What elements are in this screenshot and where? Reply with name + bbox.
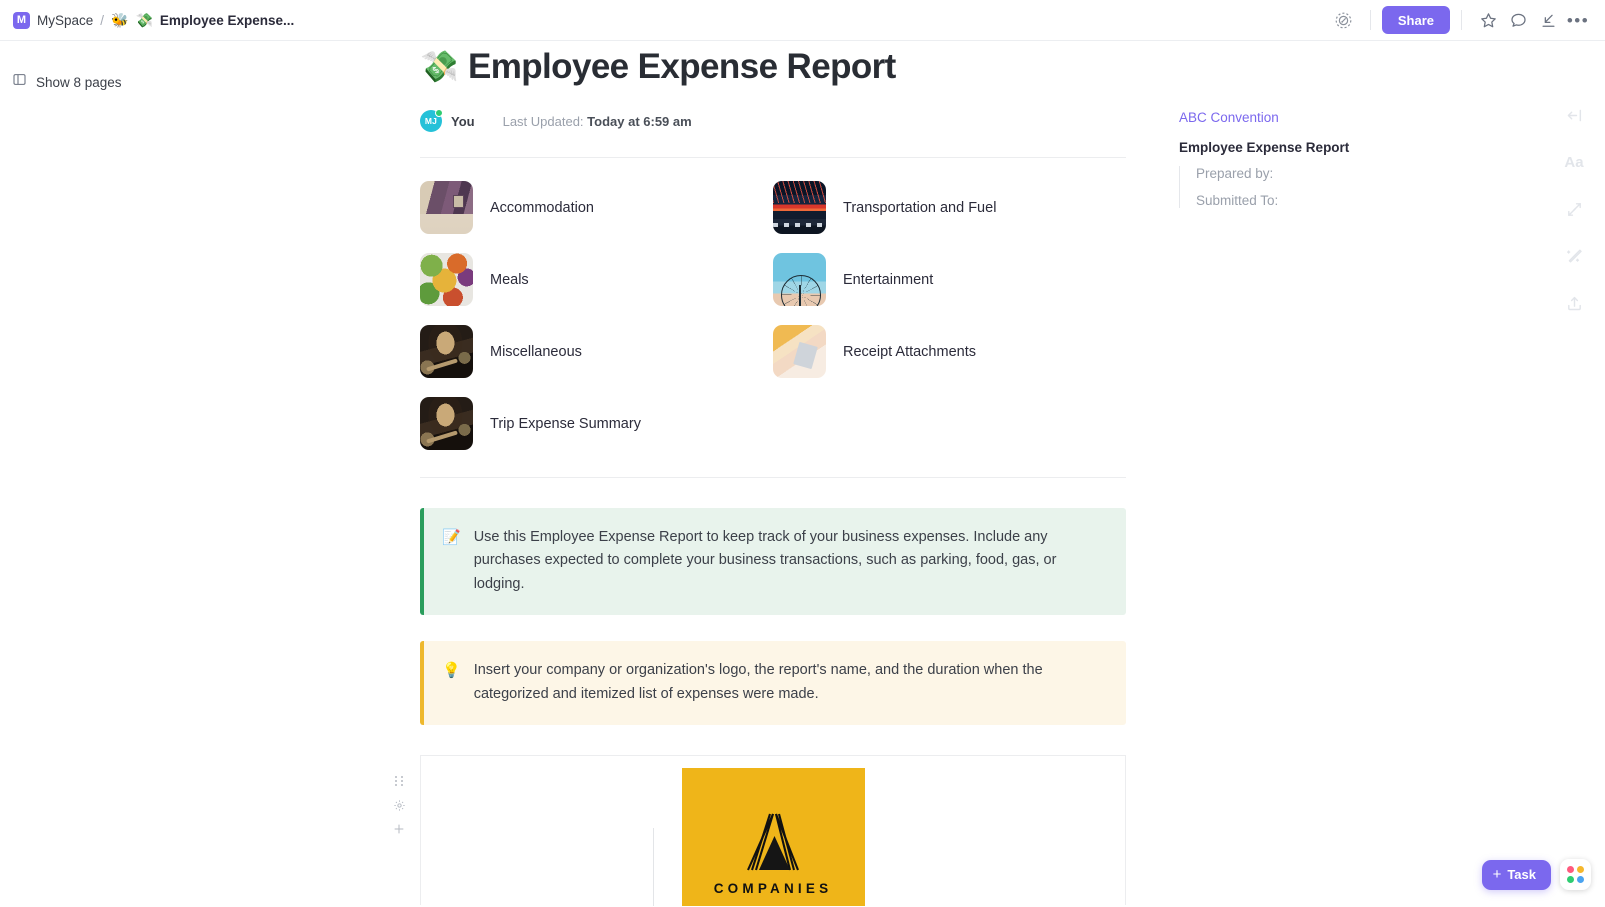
right-icon-rail: Aa bbox=[1557, 98, 1591, 333]
highway-traffic-thumbnail bbox=[773, 181, 826, 234]
subpage-link-grid: Accommodation Transportation and Fuel Me… bbox=[420, 181, 1126, 450]
add-task-button[interactable]: + Task bbox=[1481, 859, 1551, 890]
list-item[interactable]: Miscellaneous bbox=[420, 325, 773, 378]
outline-children: Prepared by: Submitted To: bbox=[1179, 166, 1479, 208]
author-label: You bbox=[451, 113, 475, 129]
lightbulb-icon: 💡 bbox=[442, 662, 461, 680]
show-pages-toggle[interactable]: Show 8 pages bbox=[12, 72, 122, 92]
outline-heading[interactable]: Employee Expense Report bbox=[1179, 140, 1479, 155]
expand-relationships-icon[interactable] bbox=[1557, 192, 1591, 226]
outline-item-submitted-to[interactable]: Submitted To: bbox=[1196, 193, 1479, 208]
collapse-panel-icon[interactable] bbox=[1557, 98, 1591, 132]
page-title-text[interactable]: Employee Expense Report bbox=[468, 46, 896, 88]
page-title: 💸 Employee Expense Report bbox=[420, 46, 1126, 88]
outline-link-abc-convention[interactable]: ABC Convention bbox=[1179, 110, 1479, 125]
info-callout-green: 📝 Use this Employee Expense Report to ke… bbox=[420, 508, 1126, 616]
breadcrumb-separator: / bbox=[100, 12, 105, 28]
dessert-plate-thumbnail bbox=[420, 325, 473, 378]
list-item[interactable]: Entertainment bbox=[773, 253, 1126, 306]
list-item-label: Accommodation bbox=[490, 199, 594, 216]
list-item-label: Entertainment bbox=[843, 271, 934, 288]
divider-bottom bbox=[420, 477, 1126, 478]
workspace-badge[interactable]: M bbox=[13, 11, 30, 29]
show-pages-label: Show 8 pages bbox=[36, 74, 122, 90]
breadcrumb-current-doc[interactable]: Employee Expense... bbox=[160, 13, 294, 28]
list-item[interactable]: Meals bbox=[420, 253, 773, 306]
toolbar-divider-1 bbox=[1369, 10, 1371, 30]
gear-icon[interactable] bbox=[388, 794, 410, 816]
hotel-room-thumbnail bbox=[420, 181, 473, 234]
text-format-icon[interactable]: Aa bbox=[1557, 145, 1591, 179]
app-grid-icon[interactable] bbox=[1560, 859, 1591, 890]
floating-action-bar: + Task bbox=[1481, 859, 1591, 890]
block-gutter-controls bbox=[388, 770, 410, 842]
avatar[interactable]: MJ bbox=[420, 109, 443, 132]
list-item[interactable]: Receipt Attachments bbox=[773, 325, 1126, 378]
toolbar-divider-2 bbox=[1461, 10, 1462, 30]
app-dot-1 bbox=[1567, 866, 1574, 873]
table-cell-divider bbox=[653, 828, 654, 907]
dessert-plate-thumbnail-2 bbox=[420, 397, 473, 450]
plus-icon: + bbox=[1492, 866, 1502, 883]
receipt-hand-thumbnail bbox=[773, 325, 826, 378]
more-options-glyph: ••• bbox=[1566, 10, 1590, 30]
app-dot-3 bbox=[1567, 876, 1574, 883]
tracker-icon[interactable] bbox=[1329, 5, 1359, 35]
document-body: 💸 Employee Expense Report MJ You Last Up… bbox=[393, 46, 1126, 907]
company-logo-card[interactable]: COMPANIES bbox=[681, 768, 865, 907]
list-item-label: Transportation and Fuel bbox=[843, 199, 997, 216]
add-task-label: Task bbox=[1507, 867, 1536, 882]
tip-callout-yellow-text: Insert your company or organization's lo… bbox=[473, 662, 1043, 702]
company-logo-word: COMPANIES bbox=[713, 881, 833, 897]
comment-icon[interactable] bbox=[1503, 5, 1533, 35]
panel-layout-icon bbox=[12, 72, 27, 92]
share-button[interactable]: Share bbox=[1381, 6, 1450, 34]
online-status-dot bbox=[435, 109, 443, 117]
app-dot-2 bbox=[1577, 866, 1584, 873]
food-bowls-thumbnail bbox=[420, 253, 473, 306]
drag-handle-icon[interactable] bbox=[388, 770, 410, 792]
money-wings-icon: 💸 bbox=[135, 12, 153, 28]
bee-icon[interactable]: 🐝 bbox=[111, 13, 128, 27]
divider-top bbox=[420, 157, 1126, 158]
list-item[interactable]: Accommodation bbox=[420, 181, 773, 234]
document-outline-panel: ABC Convention Employee Expense Report P… bbox=[1179, 110, 1479, 220]
share-export-icon[interactable] bbox=[1557, 286, 1591, 320]
breadcrumb-workspace-link[interactable]: MySpace bbox=[37, 13, 93, 28]
last-updated-prefix: Last Updated: bbox=[502, 113, 584, 129]
app-dot-4 bbox=[1577, 876, 1584, 883]
document-meta: MJ You Last Updated: Today at 6:59 am bbox=[420, 109, 1126, 132]
list-item[interactable]: Trip Expense Summary bbox=[420, 397, 773, 450]
money-wings-icon: 💸 bbox=[420, 49, 459, 85]
collapse-down-icon[interactable] bbox=[1533, 5, 1563, 35]
company-logo-mark bbox=[730, 808, 816, 876]
ai-magic-wand-icon[interactable] bbox=[1557, 239, 1591, 273]
list-item-label: Miscellaneous bbox=[490, 343, 582, 360]
list-item-label: Receipt Attachments bbox=[843, 343, 976, 360]
outline-item-prepared-by[interactable]: Prepared by: bbox=[1196, 166, 1479, 181]
info-callout-green-text: Use this Employee Expense Report to keep… bbox=[473, 529, 1057, 592]
list-item-label: Trip Expense Summary bbox=[490, 415, 641, 432]
memo-icon: 📝 bbox=[442, 529, 461, 546]
top-bar-actions: Share ••• bbox=[1329, 5, 1605, 35]
text-format-glyph: Aa bbox=[1564, 153, 1584, 171]
star-icon[interactable] bbox=[1473, 5, 1503, 35]
tip-callout-yellow: 💡 Insert your company or organization's … bbox=[420, 641, 1126, 726]
logo-table-block: COMPANIES bbox=[393, 755, 1126, 907]
more-options-icon[interactable]: ••• bbox=[1563, 5, 1593, 35]
list-item-label: Meals bbox=[490, 271, 529, 288]
add-block-icon[interactable] bbox=[388, 818, 410, 840]
ferris-wheel-thumbnail bbox=[773, 253, 826, 306]
breadcrumb: M MySpace / 🐝 💸 Employee Expense... bbox=[0, 11, 294, 29]
last-updated-value: Today at 6:59 am bbox=[587, 113, 692, 129]
last-updated: Last Updated: Today at 6:59 am bbox=[503, 114, 692, 129]
list-item[interactable]: Transportation and Fuel bbox=[773, 181, 1126, 234]
top-bar: M MySpace / 🐝 💸 Employee Expense... Shar… bbox=[0, 0, 1605, 41]
